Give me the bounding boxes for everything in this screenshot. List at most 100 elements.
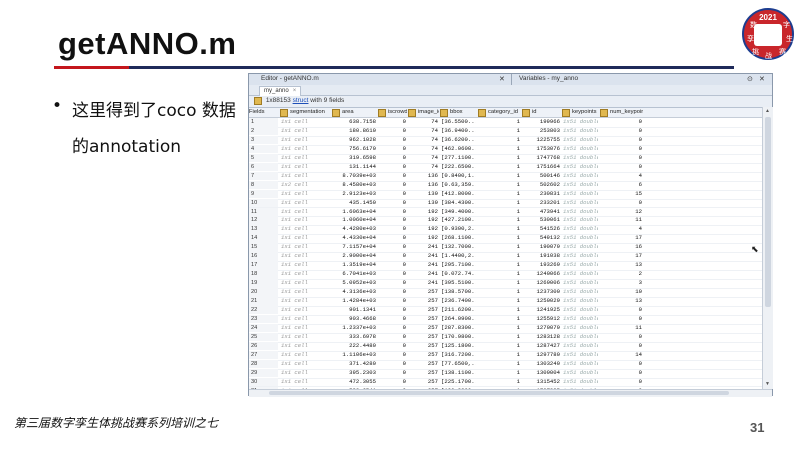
- table-cell[interactable]: 139: [407, 190, 438, 199]
- scroll-down-icon[interactable]: ▼: [764, 381, 771, 388]
- table-cell[interactable]: 1241925: [521, 306, 561, 315]
- row-number[interactable]: 1: [249, 118, 278, 127]
- column-header[interactable]: area: [331, 108, 377, 117]
- row-number[interactable]: 7: [249, 171, 278, 181]
- column-header[interactable]: category_id: [477, 108, 521, 117]
- table-cell[interactable]: [170.9800...: [439, 333, 476, 342]
- table-cell[interactable]: 139: [407, 199, 438, 208]
- table-cell[interactable]: 0: [377, 234, 406, 243]
- table-cell[interactable]: 1x51 double: [561, 243, 598, 252]
- table-cell[interactable]: 1315452: [521, 378, 561, 387]
- table-cell[interactable]: 0: [599, 369, 642, 378]
- table-cell[interactable]: 233201: [521, 199, 560, 208]
- table-cell[interactable]: 4.4330e+04: [331, 234, 376, 243]
- table-cell[interactable]: 193269: [521, 261, 560, 270]
- table-cell[interactable]: [264.0900...: [439, 315, 476, 324]
- table-cell[interactable]: 1.2337e+03: [331, 324, 376, 333]
- row-number[interactable]: 25: [249, 332, 278, 342]
- table-cell[interactable]: 1: [477, 324, 520, 333]
- table-cell[interactable]: 3: [599, 279, 642, 288]
- table-cell[interactable]: 472.3055: [331, 378, 376, 387]
- table-cell[interactable]: 0: [377, 369, 406, 378]
- table-cell[interactable]: [138.5700...: [439, 288, 476, 297]
- table-cell[interactable]: 11: [599, 324, 642, 333]
- table-cell[interactable]: [138.1100...: [439, 369, 476, 378]
- table-cell[interactable]: 1x51 double: [561, 252, 598, 261]
- table-cell[interactable]: 241: [407, 270, 438, 279]
- table-cell[interactable]: 0: [377, 181, 406, 190]
- table-cell[interactable]: 74: [407, 136, 438, 145]
- table-cell[interactable]: 0: [599, 154, 642, 163]
- table-cell[interactable]: 1.4284e+03: [331, 297, 376, 306]
- table-cell[interactable]: 2: [599, 270, 642, 279]
- scroll-thumb[interactable]: [269, 391, 729, 395]
- table-cell[interactable]: 190079: [521, 243, 560, 252]
- horizontal-scrollbar[interactable]: [249, 389, 772, 397]
- table-cell[interactable]: 0: [599, 136, 642, 145]
- table-cell[interactable]: 0: [599, 342, 642, 351]
- row-number[interactable]: 5: [249, 153, 278, 163]
- column-header[interactable]: num_keypoints: [599, 108, 643, 117]
- table-cell[interactable]: [236.7400...: [439, 297, 476, 306]
- table-cell[interactable]: 1x1 cell: [279, 136, 330, 145]
- table-cell[interactable]: 241: [407, 243, 438, 252]
- table-cell[interactable]: 1x1 cell: [279, 208, 330, 217]
- table-cell[interactable]: 1x51 double: [561, 199, 598, 208]
- row-number[interactable]: 13: [249, 225, 278, 234]
- table-cell[interactable]: 257: [407, 315, 438, 324]
- table-cell[interactable]: 192: [407, 208, 438, 217]
- row-number[interactable]: 6: [249, 162, 278, 172]
- table-cell[interactable]: 230831: [521, 190, 560, 199]
- row-number[interactable]: 19: [249, 279, 278, 288]
- table-cell[interactable]: 1x51 double: [561, 261, 598, 270]
- table-cell[interactable]: 962.1028: [331, 136, 376, 145]
- table-cell[interactable]: 395.2303: [331, 369, 376, 378]
- table-cell[interactable]: 1x1 cell: [279, 315, 330, 324]
- table-cell[interactable]: 0: [377, 270, 406, 279]
- table-cell[interactable]: 0: [377, 351, 406, 360]
- table-cell[interactable]: 0: [377, 136, 406, 145]
- table-cell[interactable]: 0: [377, 145, 406, 154]
- table-cell[interactable]: 1225755: [521, 136, 561, 145]
- row-number[interactable]: 11: [249, 207, 278, 216]
- table-cell[interactable]: 1: [477, 216, 520, 225]
- table-cell[interactable]: 1x51 double: [561, 270, 598, 279]
- table-cell[interactable]: 1: [477, 351, 520, 360]
- table-cell[interactable]: 0: [377, 208, 406, 217]
- table-cell[interactable]: [0.8400,1...: [439, 172, 476, 181]
- table-cell[interactable]: 257: [407, 360, 438, 369]
- table-cell[interactable]: 1: [477, 270, 520, 279]
- row-number[interactable]: 8: [249, 180, 278, 190]
- table-cell[interactable]: 1x1 cell: [279, 145, 330, 154]
- table-cell[interactable]: 257: [407, 324, 438, 333]
- row-number[interactable]: 28: [249, 359, 278, 369]
- table-cell[interactable]: [412.8000...: [439, 190, 476, 199]
- table-cell[interactable]: 0: [377, 279, 406, 288]
- table-cell[interactable]: 74: [407, 118, 438, 127]
- row-number[interactable]: 27: [249, 350, 278, 360]
- table-cell[interactable]: 1: [477, 199, 520, 208]
- table-cell[interactable]: 1x1 cell: [279, 261, 330, 270]
- table-cell[interactable]: 756.6170: [331, 145, 376, 154]
- table-cell[interactable]: 6: [599, 181, 642, 190]
- table-cell[interactable]: 5.0952e+03: [331, 279, 376, 288]
- column-header[interactable]: image_id: [407, 108, 439, 117]
- table-cell[interactable]: 0: [599, 199, 642, 208]
- table-cell[interactable]: [349.4000...: [439, 208, 476, 217]
- table-cell[interactable]: [384.4300...: [439, 199, 476, 208]
- table-cell[interactable]: 1x1 cell: [279, 324, 330, 333]
- table-cell[interactable]: 257: [407, 297, 438, 306]
- row-number[interactable]: 22: [249, 305, 278, 315]
- table-cell[interactable]: 333.6978: [331, 333, 376, 342]
- close-icon[interactable]: ✕: [499, 75, 505, 83]
- table-cell[interactable]: 500146: [521, 172, 560, 181]
- table-cell[interactable]: 638.7158: [331, 118, 376, 127]
- table-cell[interactable]: 435.1450: [331, 199, 376, 208]
- table-cell[interactable]: 1: [477, 333, 520, 342]
- table-cell[interactable]: 11: [599, 216, 642, 225]
- table-cell[interactable]: 1255912: [521, 315, 561, 324]
- table-cell[interactable]: 0: [377, 225, 406, 234]
- table-cell[interactable]: 903.4668: [331, 315, 376, 324]
- editor-title[interactable]: Editor - getANNO.m: [261, 75, 319, 82]
- column-header[interactable]: iscrowd: [377, 108, 407, 117]
